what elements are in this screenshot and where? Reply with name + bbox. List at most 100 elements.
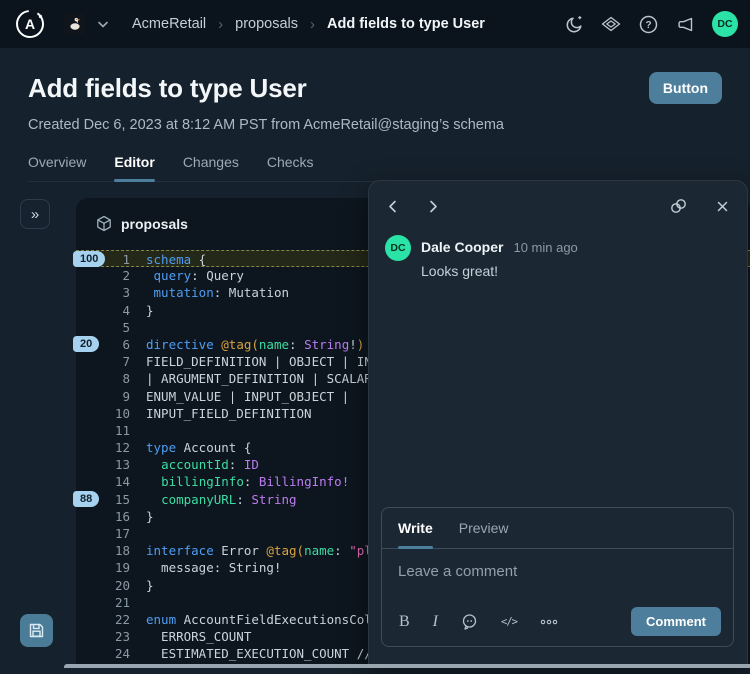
breadcrumb-proposals[interactable]: proposals bbox=[235, 16, 298, 32]
line-number: 22 bbox=[76, 611, 130, 628]
next-thread-button[interactable] bbox=[427, 198, 440, 215]
comment-count-badge[interactable]: 20 bbox=[73, 336, 99, 352]
line-number: 17 bbox=[76, 525, 130, 542]
code-icon[interactable]: </> bbox=[501, 616, 517, 628]
workspace: » proposals 1001schema {2 query: Query3 … bbox=[0, 182, 750, 668]
comment-count-badge[interactable]: 100 bbox=[73, 251, 105, 267]
code-text: type Account { bbox=[146, 439, 251, 456]
megaphone-icon[interactable] bbox=[675, 14, 695, 34]
comment-body: Looks great! bbox=[421, 263, 578, 279]
topbar-actions: ? DC bbox=[564, 11, 738, 37]
line-number: 9 bbox=[76, 388, 130, 405]
save-button[interactable] bbox=[20, 614, 53, 647]
bottom-edge-strip bbox=[64, 664, 750, 668]
line-number: 20 bbox=[76, 577, 130, 594]
comment-panel-header bbox=[369, 181, 747, 224]
comment-input[interactable] bbox=[382, 549, 733, 607]
code-text: accountId: ID bbox=[146, 456, 259, 473]
comment-submit-button[interactable]: Comment bbox=[631, 607, 721, 636]
line-number: 19 bbox=[76, 559, 130, 576]
tab-preview[interactable]: Preview bbox=[459, 508, 509, 548]
code-text: INPUT_FIELD_DEFINITION bbox=[146, 405, 312, 422]
line-number: 8 bbox=[76, 370, 130, 387]
comment-count-badge[interactable]: 88 bbox=[73, 491, 99, 507]
tab-changes[interactable]: Changes bbox=[183, 154, 239, 181]
svg-text:?: ? bbox=[645, 20, 651, 31]
comment: DC Dale Cooper 10 min ago Looks great! bbox=[369, 224, 747, 279]
line-number: 7 bbox=[76, 353, 130, 370]
quote-icon[interactable] bbox=[461, 613, 478, 630]
help-icon[interactable]: ? bbox=[638, 14, 658, 34]
line-number: 3 bbox=[76, 284, 130, 301]
commenter-name: Dale Cooper bbox=[421, 239, 503, 255]
code-text: enum AccountFieldExecutionsColu bbox=[146, 611, 379, 628]
code-text: message: String! bbox=[146, 559, 281, 576]
bold-icon[interactable]: B bbox=[399, 613, 410, 631]
code-text: | ARGUMENT_DEFINITION | SCALAR bbox=[146, 370, 372, 387]
commenter-avatar: DC bbox=[385, 235, 411, 261]
line-number: 23 bbox=[76, 628, 130, 645]
comment-thread-panel: DC Dale Cooper 10 min ago Looks great! W… bbox=[368, 180, 748, 668]
moon-icon[interactable] bbox=[564, 14, 584, 34]
line-number: 18 bbox=[76, 542, 130, 559]
page-header: Add fields to type User Button Created D… bbox=[0, 48, 750, 182]
code-text: query: Query bbox=[146, 267, 244, 284]
comment-timestamp: 10 min ago bbox=[513, 240, 577, 255]
created-subtitle: Created Dec 6, 2023 at 8:12 AM PST from … bbox=[28, 117, 722, 133]
code-text: schema { bbox=[146, 251, 206, 266]
breadcrumb-org[interactable]: AcmeRetail bbox=[132, 16, 206, 32]
floppy-disk-icon bbox=[28, 622, 45, 639]
code-text: } bbox=[146, 302, 154, 319]
code-text: ESTIMATED_EXECUTION_COUNT // bbox=[146, 645, 372, 662]
line-number: 14 bbox=[76, 473, 130, 490]
line-number: 24 bbox=[76, 645, 130, 662]
tab-checks[interactable]: Checks bbox=[267, 154, 314, 181]
italic-icon[interactable]: I bbox=[433, 613, 438, 631]
comment-composer: Write Preview B I </> bbox=[381, 507, 734, 647]
code-text: } bbox=[146, 577, 154, 594]
code-text: ERRORS_COUNT bbox=[146, 628, 251, 645]
line-number: 16 bbox=[76, 508, 130, 525]
line-number: 11 bbox=[76, 422, 130, 439]
top-bar: A AcmeRetail › proposals › Add fields to… bbox=[0, 0, 750, 48]
line-number: 12 bbox=[76, 439, 130, 456]
cube-icon bbox=[96, 215, 112, 232]
goose-icon[interactable] bbox=[64, 13, 86, 35]
breadcrumb-current: Add fields to type User bbox=[327, 16, 485, 32]
code-text: billingInfo: BillingInfo! bbox=[146, 473, 349, 490]
page-title: Add fields to type User bbox=[28, 73, 307, 104]
code-text: ENUM_VALUE | INPUT_OBJECT | bbox=[146, 388, 349, 405]
code-text: } bbox=[146, 508, 154, 525]
tab-bar: Overview Editor Changes Checks bbox=[28, 154, 722, 182]
code-text: companyURL: String bbox=[146, 491, 297, 508]
composer-toolbar: B I </> bbox=[382, 607, 733, 646]
header-action-button[interactable]: Button bbox=[649, 72, 722, 104]
previous-thread-button[interactable] bbox=[386, 198, 399, 215]
line-number: 13 bbox=[76, 456, 130, 473]
line-number: 2 bbox=[76, 267, 130, 284]
breadcrumb-separator: › bbox=[310, 16, 315, 33]
tab-overview[interactable]: Overview bbox=[28, 154, 86, 181]
line-number: 10 bbox=[76, 405, 130, 422]
code-text: FIELD_DEFINITION | OBJECT | INT bbox=[146, 353, 379, 370]
editor-panel-title: proposals bbox=[121, 216, 188, 232]
line-number: 5 bbox=[76, 319, 130, 336]
chevron-down-icon[interactable] bbox=[98, 21, 108, 28]
user-avatar[interactable]: DC bbox=[712, 11, 738, 37]
line-number: 21 bbox=[76, 594, 130, 611]
composer-tab-bar: Write Preview bbox=[382, 508, 733, 549]
tab-write[interactable]: Write bbox=[398, 508, 433, 548]
line-number: 4 bbox=[76, 302, 130, 319]
more-icon[interactable] bbox=[540, 618, 558, 626]
tab-editor[interactable]: Editor bbox=[114, 154, 154, 181]
graphos-icon[interactable] bbox=[601, 14, 621, 34]
code-text: mutation: Mutation bbox=[146, 284, 289, 301]
code-text: interface Error @tag(name: "pla bbox=[146, 542, 379, 559]
copy-link-icon[interactable] bbox=[668, 196, 689, 216]
apollo-logo-icon[interactable]: A bbox=[14, 8, 46, 40]
expand-sidebar-button[interactable]: » bbox=[20, 199, 50, 229]
code-text: directive @tag(name: String!) r bbox=[146, 336, 379, 353]
breadcrumb-separator: › bbox=[218, 16, 223, 33]
close-icon[interactable] bbox=[715, 199, 730, 214]
breadcrumb: AcmeRetail › proposals › Add fields to t… bbox=[132, 16, 485, 33]
